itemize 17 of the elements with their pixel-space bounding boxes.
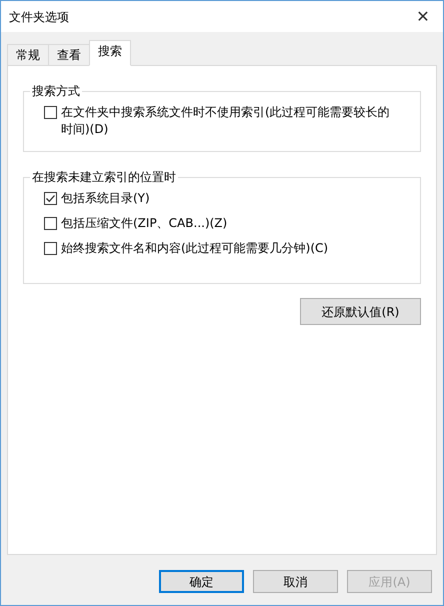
checkbox-label: 包括压缩文件(ZIP、CAB...)(Z) — [61, 215, 228, 232]
checkbox[interactable] — [44, 242, 57, 255]
checkbox[interactable] — [44, 106, 57, 119]
checkbox-label: 包括系统目录(Y) — [61, 190, 150, 207]
window-title: 文件夹选项 — [9, 8, 69, 26]
checkbox-label: 始终搜索文件名和内容(此过程可能需要几分钟)(C) — [61, 240, 328, 257]
checkbox-label: 在文件夹中搜索系统文件时不使用索引(此过程可能需要较长的时间)(D) — [61, 104, 391, 138]
group-title: 搜索方式 — [31, 83, 81, 100]
close-button[interactable]: ✕ — [403, 1, 443, 32]
tab[interactable]: 搜索 — [89, 40, 131, 66]
checkbox[interactable] — [44, 192, 57, 205]
dialog-button[interactable]: 确定 — [159, 570, 244, 593]
restore-defaults-button[interactable]: 还原默认值(R) — [300, 298, 421, 325]
checkbox[interactable] — [44, 217, 57, 230]
group-title: 在搜索未建立索引的位置时 — [31, 169, 177, 186]
dialog-button[interactable]: 取消 — [253, 570, 338, 593]
tab[interactable]: 常规 — [7, 44, 49, 66]
